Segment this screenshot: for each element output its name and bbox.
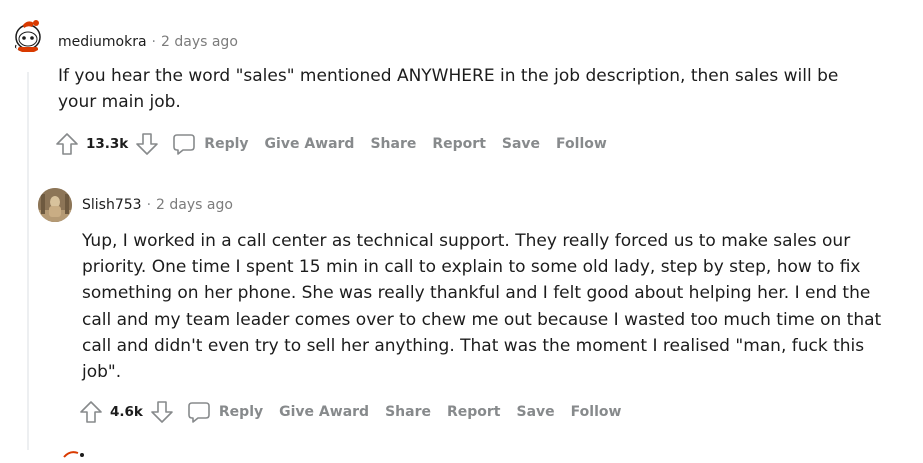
downvote-arrow-icon[interactable] bbox=[134, 131, 160, 157]
follow-button[interactable]: Follow bbox=[556, 136, 607, 152]
reply-button[interactable]: Reply bbox=[172, 132, 264, 156]
report-button[interactable]: Report bbox=[432, 136, 486, 152]
report-button[interactable]: Report bbox=[447, 404, 501, 420]
vote-score: 13.3k bbox=[86, 136, 129, 152]
upvote-arrow-icon[interactable] bbox=[54, 131, 80, 157]
save-button[interactable]: Save bbox=[517, 404, 555, 420]
next-comment-avatar-partial bbox=[60, 444, 90, 458]
reply-label: Reply bbox=[218, 404, 264, 420]
speech-bubble-icon bbox=[173, 134, 196, 155]
comment-actions: 4.6k Reply Give Award Share Report Save … bbox=[78, 397, 637, 427]
timestamp[interactable]: 2 days ago bbox=[161, 34, 238, 50]
meta-separator: · bbox=[151, 34, 156, 50]
user-avatar[interactable] bbox=[10, 17, 46, 53]
save-button[interactable]: Save bbox=[502, 136, 540, 152]
timestamp[interactable]: 2 days ago bbox=[156, 197, 233, 213]
username[interactable]: mediumokra bbox=[58, 34, 147, 50]
comment-body: If you hear the word "sales" mentioned A… bbox=[58, 66, 839, 113]
upvote-arrow-icon[interactable] bbox=[78, 399, 104, 425]
username[interactable]: Slish753 bbox=[82, 197, 142, 213]
give-award-button[interactable]: Give Award bbox=[279, 404, 369, 420]
comment-body: Yup, I worked in a call center as techni… bbox=[82, 231, 882, 383]
reply-label: Reply bbox=[204, 136, 249, 152]
thread-line[interactable] bbox=[27, 72, 29, 450]
comment-actions: 13.3k Reply Give Award Share Report Save… bbox=[54, 129, 623, 159]
share-button[interactable]: Share bbox=[370, 136, 416, 152]
reply-button[interactable]: Reply bbox=[187, 400, 279, 424]
comment-meta: mediumokra · 2 days ago bbox=[58, 34, 238, 50]
speech-bubble-icon bbox=[188, 402, 210, 423]
user-avatar[interactable] bbox=[38, 188, 72, 222]
give-award-button[interactable]: Give Award bbox=[265, 136, 355, 152]
follow-button[interactable]: Follow bbox=[571, 404, 622, 420]
comment-meta: Slish753 · 2 days ago bbox=[82, 197, 233, 213]
share-button[interactable]: Share bbox=[385, 404, 431, 420]
vote-score: 4.6k bbox=[110, 404, 143, 420]
meta-separator: · bbox=[146, 197, 152, 213]
downvote-arrow-icon[interactable] bbox=[149, 399, 175, 425]
